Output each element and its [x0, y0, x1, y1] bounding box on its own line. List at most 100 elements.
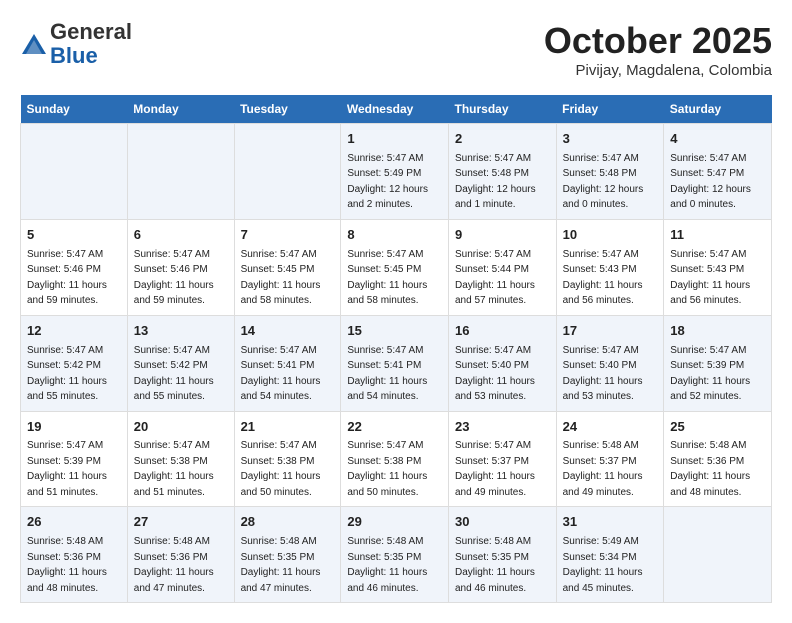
calendar-cell: 7 Sunrise: 5:47 AM Sunset: 5:45 PM Daylig… [234, 219, 341, 315]
day-info: Sunrise: 5:48 AM Sunset: 5:36 PM Dayligh… [670, 440, 750, 498]
calendar-cell: 5 Sunrise: 5:47 AM Sunset: 5:46 PM Daylig… [21, 219, 128, 315]
day-number: 29 [347, 513, 442, 532]
calendar-cell: 3 Sunrise: 5:47 AM Sunset: 5:48 PM Daylig… [556, 124, 664, 220]
day-number: 3 [563, 130, 658, 149]
day-number: 13 [134, 322, 228, 341]
calendar-cell: 28Sunrise: 5:48 AM Sunset: 5:35 PM Dayli… [234, 507, 341, 603]
calendar-cell: 26 Sunrise: 5:48 AM Sunset: 5:36 PM Dayli… [21, 507, 128, 603]
calendar-cell: 2 Sunrise: 5:47 AM Sunset: 5:48 PM Daylig… [448, 124, 556, 220]
day-number: 26 [27, 513, 121, 532]
day-number: 28 [241, 513, 335, 532]
day-number: 14 [241, 322, 335, 341]
day-number: 10 [563, 226, 658, 245]
day-number: 20 [134, 418, 228, 437]
calendar-cell: 9 Sunrise: 5:47 AM Sunset: 5:44 PM Daylig… [448, 219, 556, 315]
day-number: 15 [347, 322, 442, 341]
day-number: 7 [241, 226, 335, 245]
day-info: Sunrise: 5:47 AM Sunset: 5:39 PM Dayligh… [670, 345, 750, 403]
day-number: 25 [670, 418, 765, 437]
day-info: Sunrise: 5:47 AM Sunset: 5:43 PM Dayligh… [670, 249, 750, 307]
day-info: Sunrise: 5:47 AM Sunset: 5:48 PM Dayligh… [563, 153, 644, 211]
day-info: Sunrise: 5:47 AM Sunset: 5:42 PM Dayligh… [27, 345, 107, 403]
day-info: Sunrise: 5:47 AM Sunset: 5:45 PM Dayligh… [241, 249, 321, 307]
calendar-cell: 12 Sunrise: 5:47 AM Sunset: 5:42 PM Dayli… [21, 315, 128, 411]
calendar-cell: 21 Sunrise: 5:47 AM Sunset: 5:38 PM Dayli… [234, 411, 341, 507]
day-number: 5 [27, 226, 121, 245]
calendar-cell: 6 Sunrise: 5:47 AM Sunset: 5:46 PM Daylig… [127, 219, 234, 315]
calendar-week-row: 5 Sunrise: 5:47 AM Sunset: 5:46 PM Daylig… [21, 219, 772, 315]
page-header: General Blue October 2025 Pivijay, Magda… [20, 20, 772, 79]
day-info: Sunrise: 5:47 AM Sunset: 5:38 PM Dayligh… [241, 440, 321, 498]
calendar-week-row: 26 Sunrise: 5:48 AM Sunset: 5:36 PM Dayli… [21, 507, 772, 603]
day-info: Sunrise: 5:47 AM Sunset: 5:42 PM Dayligh… [134, 345, 214, 403]
day-info: Sunrise: 5:47 AM Sunset: 5:41 PM Dayligh… [347, 345, 427, 403]
calendar-cell: 20 Sunrise: 5:47 AM Sunset: 5:38 PM Dayli… [127, 411, 234, 507]
day-number: 30 [455, 513, 550, 532]
header-cell-thursday: Thursday [448, 95, 556, 124]
day-info: Sunrise: 5:48 AM Sunset: 5:36 PM Dayligh… [27, 536, 107, 594]
day-info: Sunrise: 5:47 AM Sunset: 5:40 PM Dayligh… [563, 345, 643, 403]
day-number: 1 [347, 130, 442, 149]
day-number: 6 [134, 226, 228, 245]
logo: General Blue [20, 20, 132, 68]
calendar-cell: 31 Sunrise: 5:49 AM Sunset: 5:34 PM Dayli… [556, 507, 664, 603]
calendar-cell [664, 507, 772, 603]
calendar-cell [127, 124, 234, 220]
day-number: 8 [347, 226, 442, 245]
day-number: 24 [563, 418, 658, 437]
day-info: Sunrise: 5:47 AM Sunset: 5:43 PM Dayligh… [563, 249, 643, 307]
day-info: Sunrise: 5:47 AM Sunset: 5:44 PM Dayligh… [455, 249, 535, 307]
day-number: 16 [455, 322, 550, 341]
header-cell-friday: Friday [556, 95, 664, 124]
day-info: Sunrise: 5:48 AM Sunset: 5:35 PM Dayligh… [347, 536, 427, 594]
title-area: October 2025 Pivijay, Magdalena, Colombi… [544, 20, 772, 79]
calendar-cell: 15 Sunrise: 5:47 AM Sunset: 5:41 PM Dayli… [341, 315, 449, 411]
day-info: Sunrise: 5:47 AM Sunset: 5:38 PM Dayligh… [347, 440, 427, 498]
day-number: 12 [27, 322, 121, 341]
calendar-cell: 10 Sunrise: 5:47 AM Sunset: 5:43 PM Dayli… [556, 219, 664, 315]
calendar-cell: 30 Sunrise: 5:48 AM Sunset: 5:35 PM Dayli… [448, 507, 556, 603]
header-cell-sunday: Sunday [21, 95, 128, 124]
day-number: 22 [347, 418, 442, 437]
calendar-cell: 8Sunrise: 5:47 AM Sunset: 5:45 PM Daylig… [341, 219, 449, 315]
calendar-cell: 25 Sunrise: 5:48 AM Sunset: 5:36 PM Dayli… [664, 411, 772, 507]
day-info: Sunrise: 5:49 AM Sunset: 5:34 PM Dayligh… [563, 536, 643, 594]
day-number: 17 [563, 322, 658, 341]
logo-text: General Blue [50, 20, 132, 68]
calendar-cell: 4Sunrise: 5:47 AM Sunset: 5:47 PM Daylig… [664, 124, 772, 220]
day-info: Sunrise: 5:47 AM Sunset: 5:38 PM Dayligh… [134, 440, 214, 498]
calendar-cell: 16 Sunrise: 5:47 AM Sunset: 5:40 PM Dayli… [448, 315, 556, 411]
header-cell-monday: Monday [127, 95, 234, 124]
logo-blue: Blue [50, 43, 98, 68]
calendar-cell: 13 Sunrise: 5:47 AM Sunset: 5:42 PM Dayli… [127, 315, 234, 411]
day-info: Sunrise: 5:47 AM Sunset: 5:48 PM Dayligh… [455, 153, 536, 211]
month-title: October 2025 [544, 20, 772, 62]
header-cell-saturday: Saturday [664, 95, 772, 124]
calendar-cell [21, 124, 128, 220]
calendar-week-row: 19Sunrise: 5:47 AM Sunset: 5:39 PM Dayli… [21, 411, 772, 507]
calendar-cell: 14 Sunrise: 5:47 AM Sunset: 5:41 PM Dayli… [234, 315, 341, 411]
calendar-cell: 18Sunrise: 5:47 AM Sunset: 5:39 PM Dayli… [664, 315, 772, 411]
day-number: 2 [455, 130, 550, 149]
calendar-header-row: SundayMondayTuesdayWednesdayThursdayFrid… [21, 95, 772, 124]
day-info: Sunrise: 5:47 AM Sunset: 5:49 PM Dayligh… [347, 153, 428, 211]
day-info: Sunrise: 5:47 AM Sunset: 5:46 PM Dayligh… [134, 249, 214, 307]
calendar-cell: 1 Sunrise: 5:47 AM Sunset: 5:49 PM Daylig… [341, 124, 449, 220]
day-number: 11 [670, 226, 765, 245]
day-info: Sunrise: 5:47 AM Sunset: 5:41 PM Dayligh… [241, 345, 321, 403]
header-cell-tuesday: Tuesday [234, 95, 341, 124]
calendar-cell: 17 Sunrise: 5:47 AM Sunset: 5:40 PM Dayli… [556, 315, 664, 411]
calendar-cell: 23Sunrise: 5:47 AM Sunset: 5:37 PM Dayli… [448, 411, 556, 507]
day-info: Sunrise: 5:48 AM Sunset: 5:35 PM Dayligh… [455, 536, 535, 594]
calendar-cell: 24Sunrise: 5:48 AM Sunset: 5:37 PM Dayli… [556, 411, 664, 507]
day-number: 21 [241, 418, 335, 437]
calendar-cell: 22 Sunrise: 5:47 AM Sunset: 5:38 PM Dayli… [341, 411, 449, 507]
calendar-table: SundayMondayTuesdayWednesdayThursdayFrid… [20, 95, 772, 603]
day-number: 31 [563, 513, 658, 532]
day-info: Sunrise: 5:47 AM Sunset: 5:40 PM Dayligh… [455, 345, 535, 403]
calendar-week-row: 1 Sunrise: 5:47 AM Sunset: 5:49 PM Daylig… [21, 124, 772, 220]
day-info: Sunrise: 5:47 AM Sunset: 5:46 PM Dayligh… [27, 249, 107, 307]
day-number: 23 [455, 418, 550, 437]
day-number: 9 [455, 226, 550, 245]
calendar-cell [234, 124, 341, 220]
